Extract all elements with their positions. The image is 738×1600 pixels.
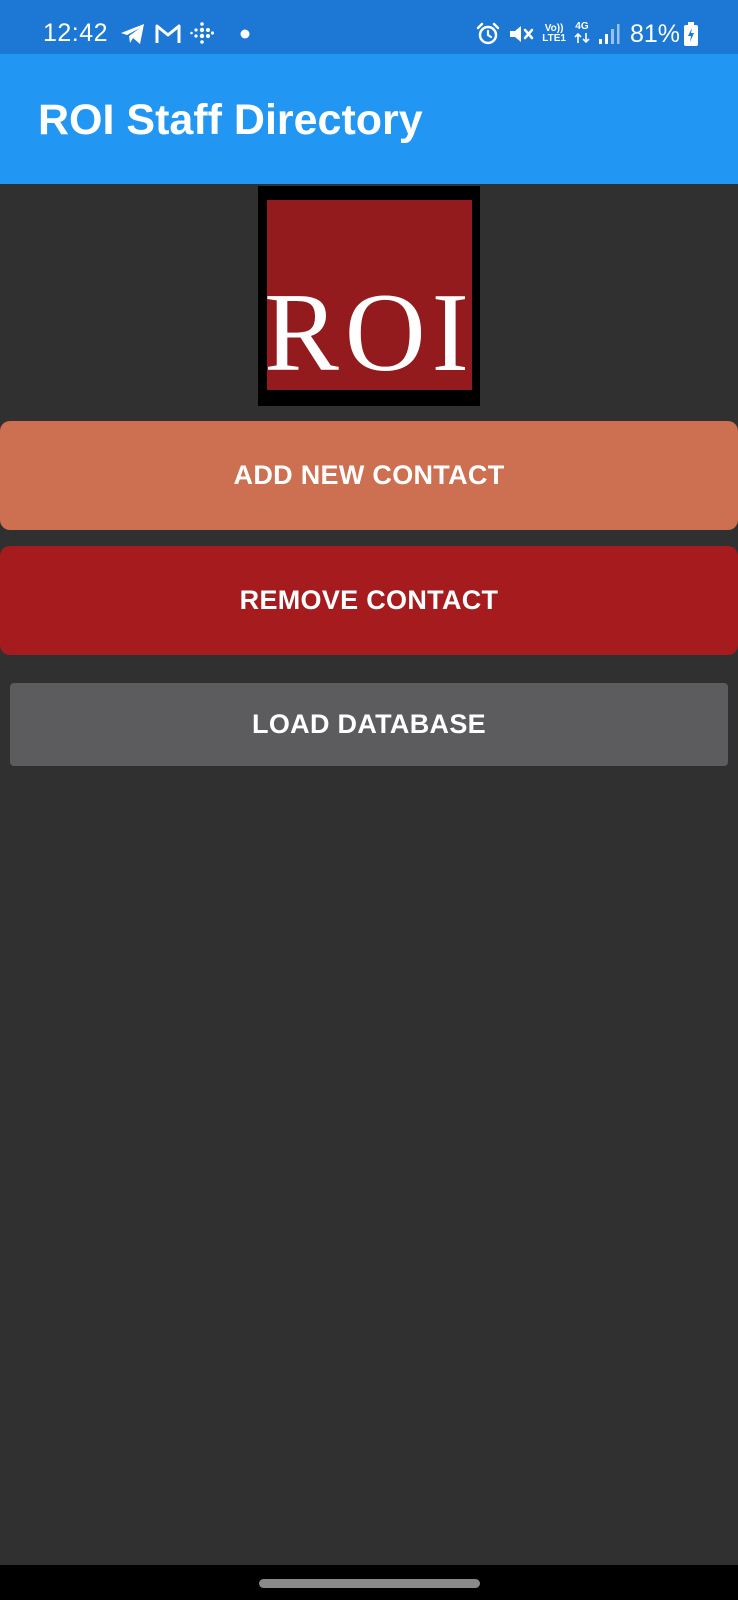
load-database-label: LOAD DATABASE <box>252 709 486 739</box>
battery-charging-icon <box>684 22 698 46</box>
app-bar: ROI Staff Directory <box>0 54 738 184</box>
home-gesture-handle[interactable] <box>259 1579 480 1588</box>
app-title: ROI Staff Directory <box>38 96 423 144</box>
battery-percent: 81% <box>629 19 680 48</box>
remove-contact-button[interactable]: REMOVE CONTACT <box>0 546 738 655</box>
status-time: 12:42 <box>43 19 109 47</box>
signal-icon <box>598 23 620 45</box>
navigation-bar <box>0 1565 738 1600</box>
mute-icon <box>508 22 534 46</box>
logo-text: ROI <box>267 271 472 390</box>
status-bar: 12:42 Vo)) LTE1 4G 81% <box>0 0 738 54</box>
volte-icon: Vo)) LTE1 <box>542 24 566 44</box>
network-label: 4G <box>575 20 589 32</box>
alarm-icon <box>476 22 500 46</box>
load-database-button[interactable]: LOAD DATABASE <box>10 683 728 766</box>
add-new-contact-button[interactable]: ADD NEW CONTACT <box>0 421 738 530</box>
roi-logo-panel: ROI <box>264 200 472 395</box>
gmail-icon <box>154 23 182 45</box>
notification-dot-icon <box>240 29 250 39</box>
volte-label-bottom: LTE1 <box>542 33 566 44</box>
add-new-contact-label: ADD NEW CONTACT <box>233 460 505 490</box>
4g-data-icon: 4G <box>574 20 590 47</box>
roi-logo: ROI <box>258 186 480 406</box>
status-right-icons: Vo)) LTE1 4G 81% <box>468 19 698 49</box>
fitbit-icon <box>190 21 214 47</box>
remove-contact-label: REMOVE CONTACT <box>239 585 499 615</box>
telegram-icon <box>120 22 146 46</box>
roi-logo-image: ROI <box>264 271 472 395</box>
status-left-icons <box>120 21 258 47</box>
